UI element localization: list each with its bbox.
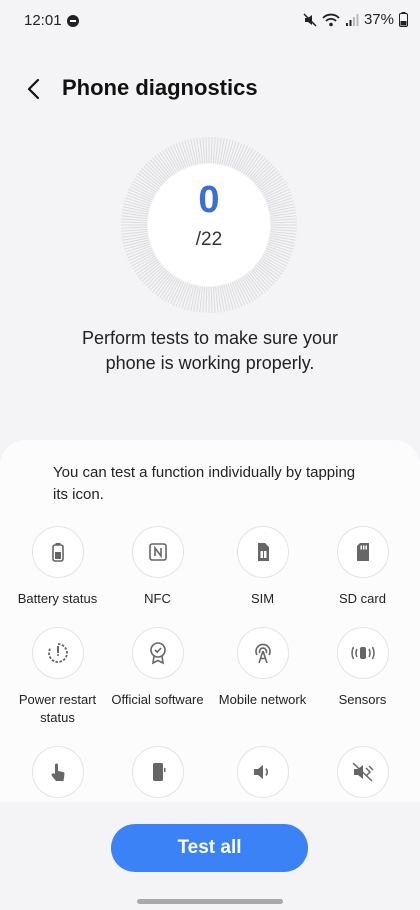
signal-icon — [345, 13, 359, 26]
battery-test-icon-button[interactable] — [31, 526, 84, 578]
card-hint: You can test a function individually by … — [53, 464, 356, 503]
tests-done-count: 0 — [198, 179, 220, 221]
test-label: SD card — [339, 591, 386, 606]
touch-icon — [51, 763, 65, 781]
dial-tick — [202, 286, 206, 313]
test-speaker[interactable] — [210, 746, 315, 802]
dial-tick — [202, 137, 206, 164]
nfc-test-icon-button[interactable] — [131, 526, 184, 578]
speaker-icon — [253, 765, 268, 779]
dial-tick — [270, 221, 297, 224]
test-sim[interactable]: SIM — [210, 526, 315, 608]
dial-tick — [121, 228, 148, 232]
wifi-icon — [322, 13, 340, 26]
test-screen[interactable] — [105, 746, 210, 802]
test-label: Official software — [111, 692, 204, 707]
status-icons: 37% — [303, 11, 408, 28]
battery-icon — [399, 12, 408, 27]
status-time: 12:01 — [24, 12, 62, 29]
battery-percent: 37% — [363, 11, 394, 28]
home-indicator[interactable] — [137, 899, 283, 904]
dial-tick — [210, 286, 213, 313]
header: Phone diagnostics — [0, 64, 420, 114]
battery-icon — [51, 543, 64, 562]
power-restart-test-icon-button[interactable] — [31, 627, 84, 679]
test-all-button[interactable]: Test all — [111, 824, 308, 872]
test-sensors[interactable]: Sensors — [310, 627, 415, 709]
dial-tick — [212, 137, 216, 164]
official-software-icon — [149, 642, 166, 665]
test-touch[interactable] — [5, 746, 110, 802]
test-vibration[interactable] — [310, 746, 415, 802]
test-power-restart-status[interactable]: Power restart status — [5, 627, 110, 727]
test-sd-card[interactable]: SD card — [310, 526, 415, 608]
mobile-network-icon — [254, 643, 271, 664]
test-label: Power restart status — [18, 692, 97, 725]
status-bar: 12:01 37% — [0, 0, 420, 44]
sensors-test-icon-button[interactable] — [336, 627, 389, 679]
test-label: SIM — [250, 591, 275, 606]
sd-card-icon — [356, 543, 369, 561]
dial-tick — [212, 286, 216, 313]
page-title: Phone diagnostics — [62, 75, 258, 100]
vibration-test-icon-button[interactable] — [336, 746, 389, 798]
dial-tick — [270, 226, 297, 229]
nfc-icon — [148, 543, 167, 561]
dial-tick — [270, 218, 297, 222]
test-label: Battery status — [17, 591, 98, 606]
vibration-icon — [351, 762, 374, 782]
dial-tick — [205, 286, 208, 313]
touch-test-icon-button[interactable] — [31, 746, 84, 798]
dial-tick — [121, 226, 148, 229]
test-label: Mobile network — [218, 692, 307, 707]
test-label: Sensors — [338, 692, 387, 707]
do-not-disturb-icon — [67, 15, 79, 27]
mute-icon — [303, 12, 317, 27]
back-arrow-icon — [27, 78, 40, 100]
official-software-test-icon-button[interactable] — [131, 627, 184, 679]
dial-tick — [205, 137, 208, 164]
tests-card: You can test a function individually by … — [0, 440, 420, 802]
bottom-bar: Test all — [0, 802, 420, 910]
test-label: NFC — [144, 591, 171, 606]
test-official-software[interactable]: Official software — [105, 627, 210, 709]
dial-tick — [121, 218, 148, 222]
mobile-network-test-icon-button[interactable] — [236, 627, 289, 679]
dial-tick — [121, 221, 148, 224]
screen-icon — [152, 763, 165, 781]
test-battery-status[interactable]: Battery status — [5, 526, 110, 608]
progress-counter: 0 /22 — [148, 164, 270, 286]
dial-tick — [270, 228, 297, 232]
tests-total-count: /22 — [195, 229, 223, 250]
dial-tick — [210, 137, 213, 164]
sim-icon — [257, 543, 269, 561]
test-mobile-network[interactable]: Mobile network — [210, 627, 315, 709]
description-text: Perform tests to make sure your phone is… — [81, 328, 339, 373]
power-restart-icon — [47, 643, 68, 663]
speaker-test-icon-button[interactable] — [236, 746, 289, 798]
sd-card-test-icon-button[interactable] — [336, 526, 389, 578]
sim-test-icon-button[interactable] — [236, 526, 289, 578]
test-nfc[interactable]: NFC — [105, 526, 210, 608]
back-button[interactable] — [20, 74, 50, 104]
screen-test-icon-button[interactable] — [131, 746, 184, 798]
sensors-icon — [350, 646, 375, 660]
